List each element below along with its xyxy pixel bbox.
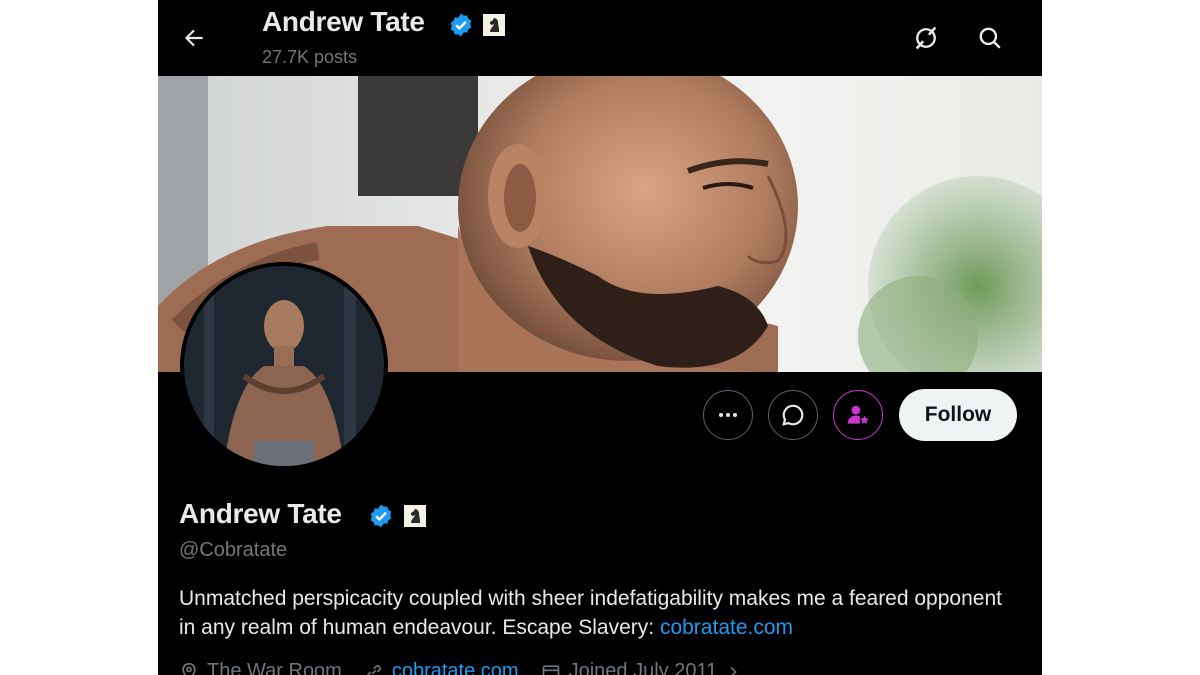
search-icon (979, 27, 1001, 49)
arrow-left-icon (184, 29, 203, 47)
back-button[interactable] (178, 22, 210, 54)
bio-text: Unmatched perspicacity coupled with shee… (179, 587, 1002, 639)
location-icon (182, 662, 196, 675)
profile-location: The War Room (207, 660, 342, 675)
link-icon (366, 664, 381, 675)
message-button[interactable] (768, 390, 818, 440)
search-button[interactable] (974, 22, 1006, 54)
grok-button[interactable] (910, 22, 942, 54)
posts-count: 27.7K posts (262, 47, 358, 67)
profile-bio: Unmatched perspicacity coupled with shee… (179, 584, 1019, 642)
subscribe-button[interactable] (833, 390, 883, 440)
more-button[interactable] (703, 390, 753, 440)
grok-icon (915, 26, 937, 50)
profile-meta-row: The War Room cobratate.com Joined July 2… (179, 660, 741, 675)
header-name: Andrew Tate (262, 6, 425, 37)
profile-handle: @Cobratate (179, 539, 288, 561)
chevron-right-icon[interactable] (725, 664, 741, 675)
profile-header-bar: Andrew Tate 27.7K posts (158, 0, 1042, 76)
more-icon (719, 413, 737, 417)
chess-knight-badge-icon[interactable] (482, 13, 506, 37)
chess-knight-badge-icon[interactable] (403, 504, 427, 528)
calendar-icon (542, 664, 559, 675)
verified-badge-icon[interactable] (368, 503, 394, 529)
follow-button[interactable]: Follow (899, 389, 1017, 441)
bio-link[interactable]: cobratate.com (660, 616, 793, 639)
profile-avatar[interactable] (184, 266, 384, 466)
profile-joined-date: Joined July 2011 (568, 660, 718, 675)
profile-website[interactable]: cobratate.com (392, 660, 519, 675)
subscribe-icon (847, 405, 869, 424)
profile-page: Andrew Tate 27.7K posts Follow Andrew Ta… (158, 0, 1042, 675)
verified-badge-icon[interactable] (448, 12, 474, 38)
profile-display-name: Andrew Tate (179, 498, 342, 529)
message-icon (782, 404, 804, 426)
